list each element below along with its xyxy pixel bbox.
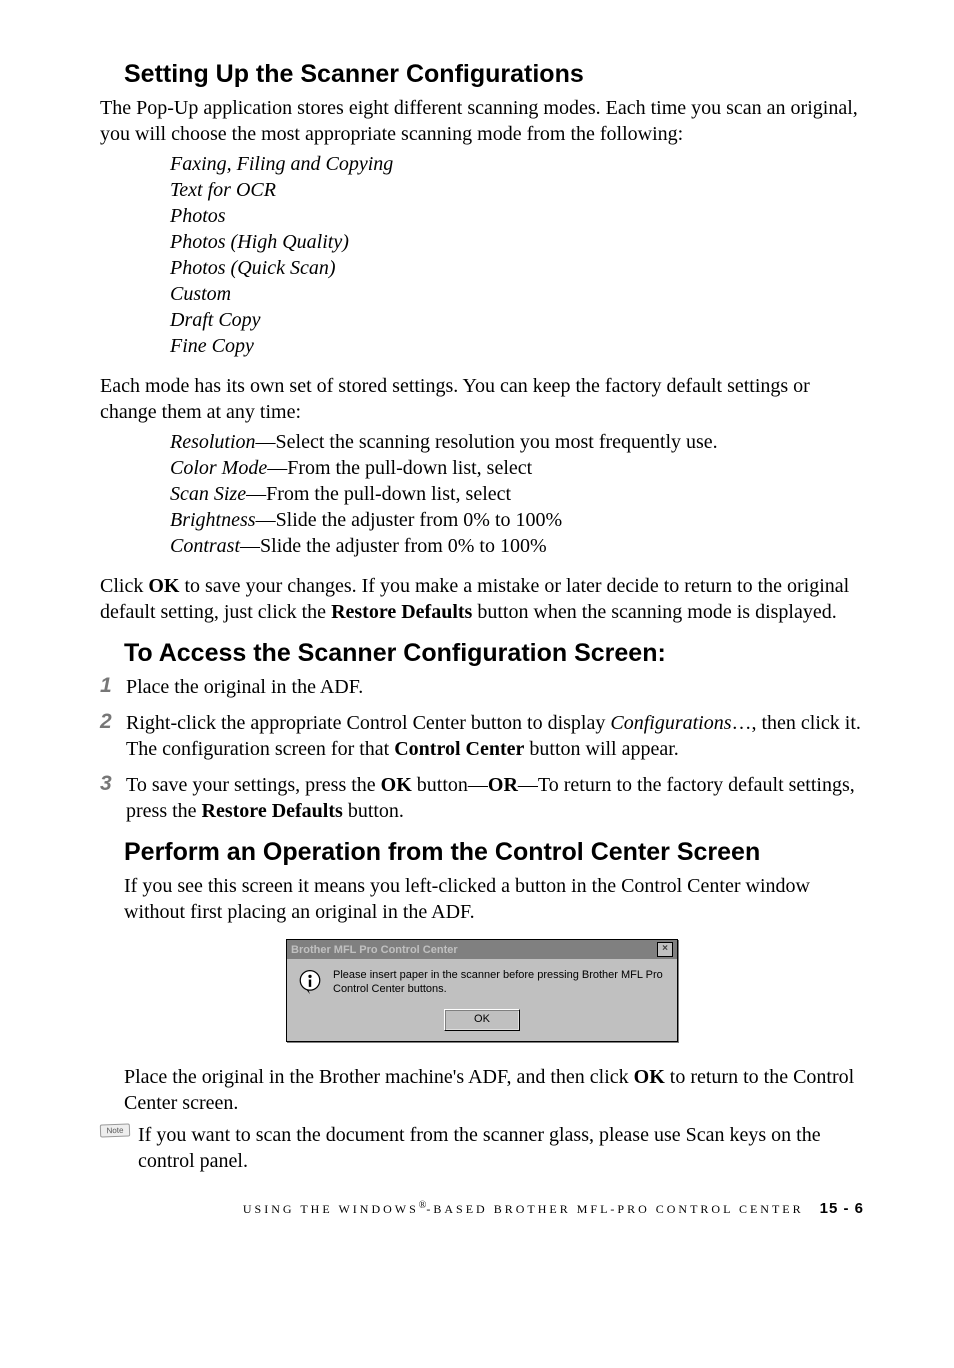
step-item: 3 To save your settings, press the OK bu… <box>100 772 864 824</box>
list-item: Brightness—Slide the adjuster from 0% to… <box>170 507 864 533</box>
heading-access-config: To Access the Scanner Configuration Scre… <box>100 639 864 668</box>
note-row: Note If you want to scan the document fr… <box>100 1122 864 1174</box>
list-item: Draft Copy <box>170 307 864 333</box>
dialog-titlebar[interactable]: Brother MFL Pro Control Center × <box>287 940 677 959</box>
list-item: Resolution—Select the scanning resolutio… <box>170 429 864 455</box>
paragraph: If you see this screen it means you left… <box>124 873 864 925</box>
paragraph: Each mode has its own set of stored sett… <box>100 373 864 425</box>
list-item: Color Mode—From the pull-down list, sele… <box>170 455 864 481</box>
settings-list: Resolution—Select the scanning resolutio… <box>100 429 864 559</box>
step-number: 2 <box>100 710 126 734</box>
list-item: Fine Copy <box>170 333 864 359</box>
step-item: 2 Right-click the appropriate Control Ce… <box>100 710 864 762</box>
list-item: Photos <box>170 203 864 229</box>
ok-button[interactable]: OK <box>444 1009 520 1031</box>
page-footer: USING THE WINDOWS®-BASED BROTHER MFL-PRO… <box>100 1200 864 1217</box>
note-text: If you want to scan the document from th… <box>138 1122 864 1174</box>
heading-setting-up: Setting Up the Scanner Configurations <box>100 60 864 89</box>
dialog-insert-paper: Brother MFL Pro Control Center × Please … <box>286 939 678 1042</box>
steps-list: 1 Place the original in the ADF. 2 Right… <box>100 674 864 824</box>
footer-title: USING THE WINDOWS <box>243 1202 419 1216</box>
list-item: Faxing, Filing and Copying <box>170 151 864 177</box>
page-number: 15 - 6 <box>820 1200 864 1217</box>
step-text: Place the original in the ADF. <box>126 674 363 700</box>
list-item: Photos (Quick Scan) <box>170 255 864 281</box>
list-item: Contrast—Slide the adjuster from 0% to 1… <box>170 533 864 559</box>
step-text: To save your settings, press the OK butt… <box>126 772 864 824</box>
info-icon <box>297 969 323 995</box>
list-item: Custom <box>170 281 864 307</box>
note-icon: Note <box>100 1123 130 1137</box>
list-item: Text for OCR <box>170 177 864 203</box>
modes-list: Faxing, Filing and Copying Text for OCR … <box>100 151 864 359</box>
paragraph: Click OK to save your changes. If you ma… <box>100 573 864 625</box>
list-item: Photos (High Quality) <box>170 229 864 255</box>
paragraph: Place the original in the Brother machin… <box>124 1064 864 1116</box>
step-item: 1 Place the original in the ADF. <box>100 674 864 700</box>
step-number: 1 <box>100 674 126 698</box>
step-text: Right-click the appropriate Control Cent… <box>126 710 864 762</box>
close-icon[interactable]: × <box>657 942 673 957</box>
paragraph: The Pop-Up application stores eight diff… <box>100 95 864 147</box>
dialog-title: Brother MFL Pro Control Center <box>291 944 458 956</box>
list-item: Scan Size—From the pull-down list, selec… <box>170 481 864 507</box>
dialog-message: Please insert paper in the scanner befor… <box>333 969 667 997</box>
heading-perform-operation: Perform an Operation from the Control Ce… <box>100 838 864 867</box>
step-number: 3 <box>100 772 126 796</box>
footer-title: -BASED BROTHER MFL-PRO CONTROL CENTER <box>426 1202 803 1216</box>
